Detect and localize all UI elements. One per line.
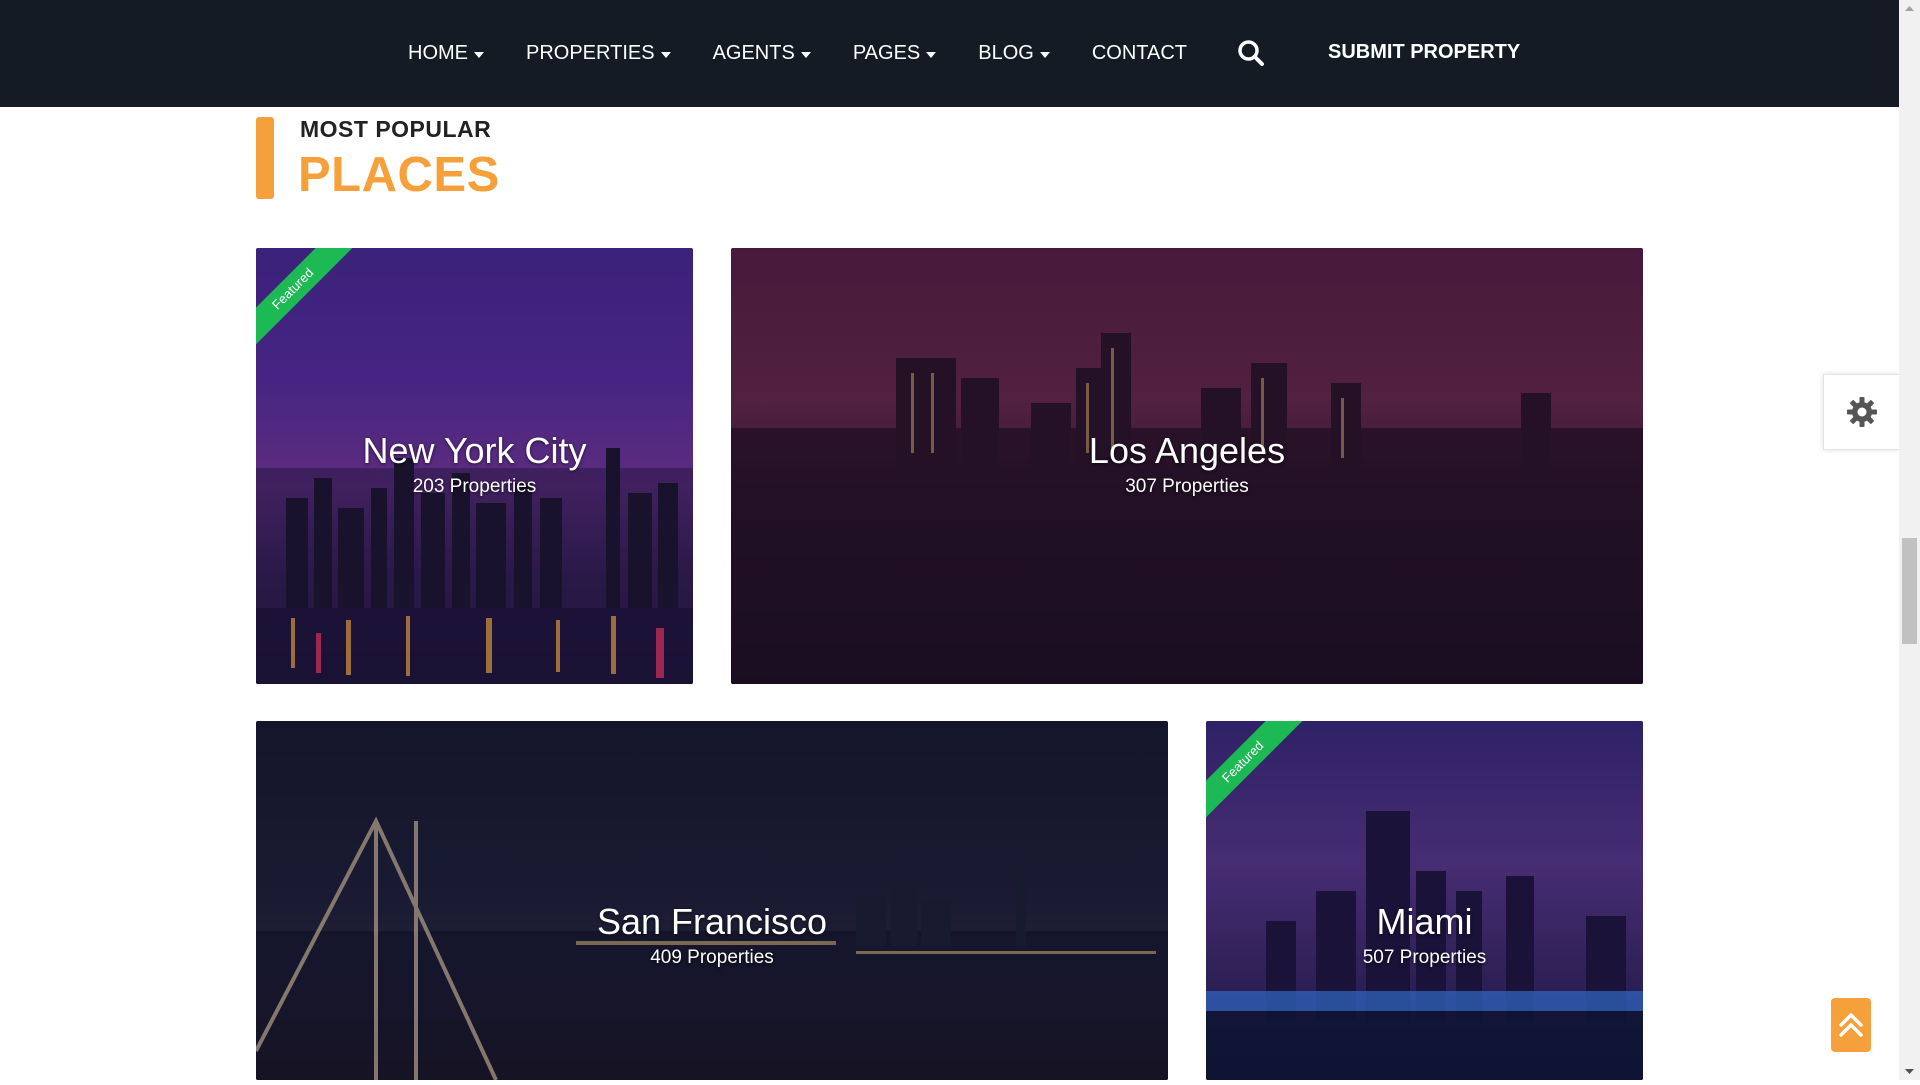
nav-contact-label: CONTACT [1091,42,1188,64]
place-count: 409 Properties [650,947,774,968]
page-scrollbar[interactable] [1899,0,1920,1080]
top-navbar: HOME PROPERTIES AGENTS PAGES BLOG CONTAC… [0,0,1899,107]
nav-contact[interactable]: CONTACT [1092,42,1187,65]
place-caption: New York City 203 Properties [256,431,693,501]
place-caption: Miami 507 Properties [1206,902,1643,972]
nav-pages[interactable]: PAGES [852,42,937,65]
place-card-san-francisco[interactable]: San Francisco 409 Properties [256,721,1168,1080]
nav-properties-label: PROPERTIES [526,42,655,64]
back-to-top-button[interactable] [1831,998,1871,1052]
double-chevron-up-icon [1839,1013,1863,1037]
chevron-down-icon [1039,51,1050,58]
place-caption: San Francisco 409 Properties [256,902,1168,972]
nav-blog-label: BLOG [978,42,1034,64]
scroll-down-arrow-icon[interactable] [1899,1063,1920,1080]
place-count: 203 Properties [412,476,537,497]
nav-home-label: HOME [408,42,468,64]
place-name: New York City [362,430,587,471]
place-card-los-angeles[interactable]: Los Angeles 307 Properties [731,248,1643,684]
chevron-down-icon [474,51,484,58]
scroll-up-arrow-icon[interactable] [1899,0,1920,17]
place-card-new-york[interactable]: Featured New York City 203 Properties [256,248,693,684]
place-count: 507 Properties [1362,947,1487,968]
settings-panel-toggle[interactable] [1823,374,1899,450]
nav-properties[interactable]: PROPERTIES [526,42,671,65]
chevron-down-icon [800,51,811,58]
scrollbar-thumb[interactable] [1902,538,1917,644]
nav-pages-label: PAGES [852,42,921,64]
section-subtitle: MOST POPULAR [300,116,492,142]
nav-blog[interactable]: BLOG [978,42,1050,65]
place-name: Los Angeles [1088,430,1286,471]
gear-icon [1846,397,1877,427]
main-nav: HOME PROPERTIES AGENTS PAGES BLOG CONTAC… [408,0,1229,107]
chevron-down-icon [660,51,671,58]
nav-agents-label: AGENTS [712,42,795,64]
place-caption: Los Angeles 307 Properties [731,431,1643,501]
search-icon[interactable] [1236,38,1266,68]
submit-property-link[interactable]: SUBMIT PROPERTY [1328,41,1520,64]
nav-agents[interactable]: AGENTS [713,42,811,65]
nav-home[interactable]: HOME [408,42,484,65]
chevron-down-icon [926,51,937,58]
place-name: San Francisco [596,901,828,942]
section-title: PLACES [298,148,500,202]
place-count: 307 Properties [1125,476,1249,497]
heading-accent-bar [256,117,274,199]
place-card-miami[interactable]: Featured Miami 507 Properties [1206,721,1643,1080]
place-name: Miami [1376,901,1473,942]
